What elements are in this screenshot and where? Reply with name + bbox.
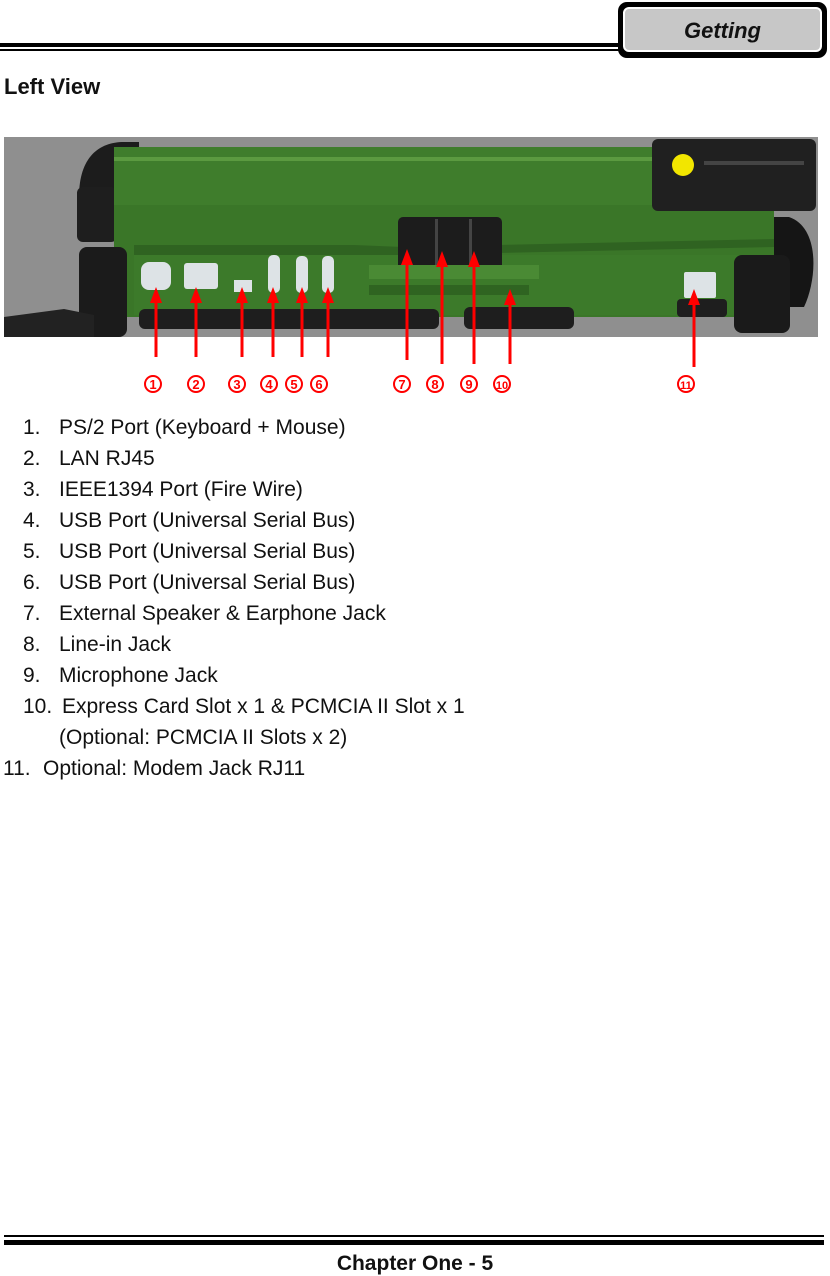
- callout-number: 10: [496, 380, 508, 392]
- callout-arrow-head: [468, 251, 480, 267]
- chapter-tab: Getting: [618, 2, 827, 58]
- callout-number: 2: [192, 377, 199, 392]
- callout-number: 3: [233, 377, 240, 392]
- callout-arrow-head: [190, 287, 202, 303]
- callout-arrow-head: [236, 287, 248, 303]
- callout-arrow-head: [436, 251, 448, 267]
- footer-rule-thick: [4, 1240, 824, 1245]
- header-rule-thick: [0, 43, 622, 47]
- footer-rule-thin: [4, 1235, 824, 1237]
- callout-arrow-head: [688, 289, 700, 305]
- callout-arrow-head: [504, 289, 516, 305]
- callout-arrow-head: [296, 287, 308, 303]
- page-footer: Chapter One - 5: [336, 1252, 494, 1275]
- callout-arrow-head: [267, 287, 279, 303]
- callout-arrow-head: [150, 287, 162, 303]
- callout-number: 7: [398, 377, 405, 392]
- callout-arrow-head: [401, 249, 413, 265]
- chapter-tab-inner: Getting: [623, 7, 822, 52]
- callout-number: 5: [290, 377, 297, 392]
- callout-number: 8: [431, 377, 438, 392]
- callout-number: 4: [265, 377, 273, 392]
- left-view-figure: 1 2 3 4 5 6 7 8 9 10 11: [4, 137, 818, 399]
- callout-overlay: 1 2 3 4 5 6 7 8 9 10 11: [144, 249, 700, 393]
- callout-number: 1: [149, 377, 156, 392]
- callout-number: 11: [680, 380, 692, 392]
- callout-number: 9: [465, 377, 472, 392]
- section-title: Left View: [4, 74, 101, 99]
- chapter-tab-label: Getting: [684, 18, 761, 43]
- header-rule-thin: [0, 49, 622, 51]
- callout-number: 6: [315, 377, 322, 392]
- callout-arrow-head: [322, 287, 334, 303]
